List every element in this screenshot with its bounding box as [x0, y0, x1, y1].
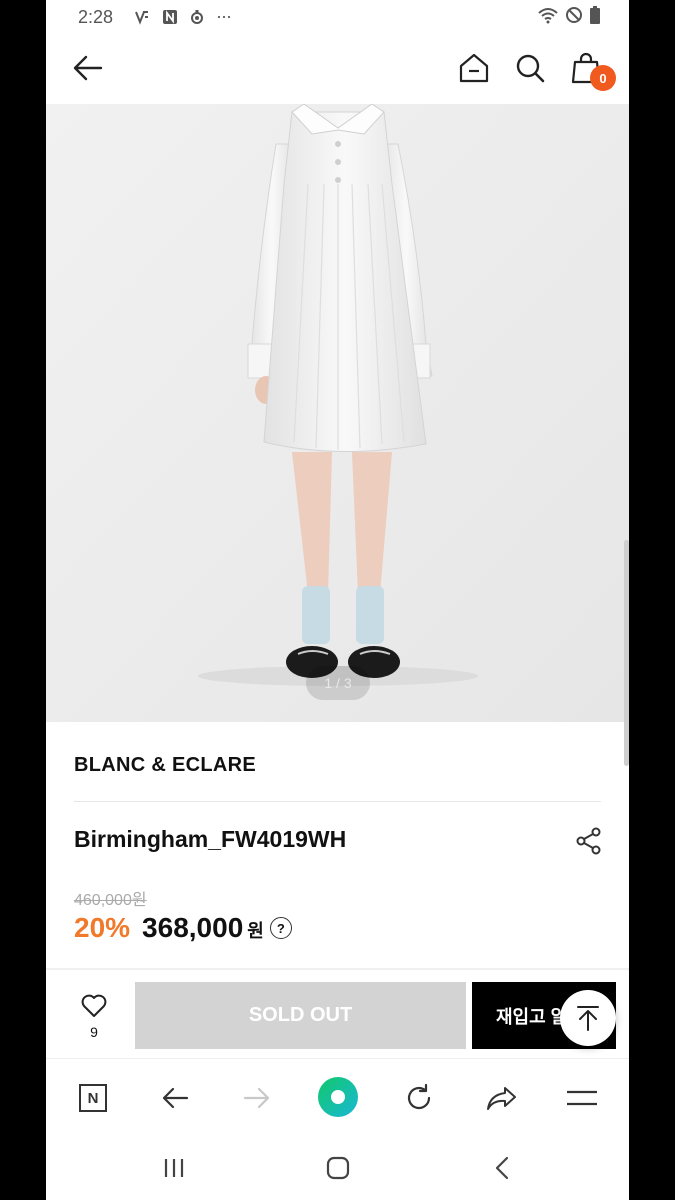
share-button[interactable]: [572, 824, 606, 858]
browser-back-button[interactable]: [158, 1081, 192, 1115]
like-count: 9: [90, 1024, 98, 1040]
currency-unit: 원: [247, 921, 264, 941]
share-arrow-icon: [487, 1087, 516, 1110]
share-icon: [576, 827, 601, 855]
app-bar: 0: [46, 34, 629, 104]
cart-count-badge: 0: [590, 65, 616, 91]
home-nav-button[interactable]: [320, 1150, 356, 1186]
back-arrow-icon: [73, 55, 103, 81]
recents-button[interactable]: [156, 1150, 192, 1186]
product-name: Birmingham_FW4019WH: [74, 826, 347, 852]
search-button[interactable]: [510, 48, 550, 88]
scrollbar-indicator[interactable]: [624, 540, 629, 766]
status-right-icons: [537, 6, 601, 24]
section-divider: [46, 968, 629, 970]
phone-screen: 2:28 ··· 0 1 / 3 BLANC & ECLARE Birmingh…: [46, 0, 629, 1200]
like-button[interactable]: 9: [74, 994, 114, 1040]
browser-forward-button[interactable]: [240, 1081, 274, 1115]
dnd-icon: [566, 7, 582, 23]
system-nav-bar: [46, 1136, 629, 1200]
image-pager: 1 / 3: [306, 666, 370, 700]
battery-icon: [590, 6, 600, 24]
chevron-left-icon: [495, 1156, 509, 1180]
refresh-icon: [407, 1083, 431, 1110]
sale-price: 368,000: [142, 912, 244, 943]
status-left-icons: ···: [134, 6, 232, 27]
product-image[interactable]: [46, 104, 629, 722]
more-dots-icon: ···: [216, 6, 232, 26]
n-icon: [163, 9, 177, 24]
forward-arrow-icon: [243, 1087, 270, 1109]
drop-icon: [191, 9, 203, 24]
n-icon-label: N: [87, 1089, 99, 1107]
divider: [74, 801, 601, 802]
back-button[interactable]: [68, 48, 108, 88]
nav-back-button[interactable]: [484, 1150, 520, 1186]
status-time: 2:28: [78, 7, 114, 27]
refresh-button[interactable]: [402, 1081, 436, 1115]
home-square-icon: [326, 1156, 350, 1180]
price-line: 20% 368,000 원 ?: [74, 912, 292, 944]
price-help-icon[interactable]: ?: [269, 917, 292, 939]
home-button[interactable]: [454, 48, 494, 88]
hamburger-icon: [567, 1090, 597, 1106]
v-icon: [135, 10, 148, 25]
n-icon: N: [79, 1084, 107, 1112]
wifi-icon: [538, 8, 558, 24]
share-page-button[interactable]: [484, 1081, 518, 1115]
browser-toolbar: N: [46, 1058, 629, 1137]
green-dot-button[interactable]: [316, 1075, 360, 1119]
green-dot-icon: [318, 1077, 358, 1117]
scroll-to-top-button[interactable]: [560, 990, 616, 1046]
original-price: 460,000원: [74, 892, 147, 909]
back-arrow-icon: [162, 1087, 189, 1109]
menu-button[interactable]: [564, 1081, 600, 1115]
brand-name[interactable]: BLANC & ECLARE: [74, 754, 256, 777]
sold-out-button[interactable]: SOLD OUT: [135, 982, 466, 1049]
model-photo: [46, 104, 629, 722]
status-bar: 2:28 ···: [46, 0, 629, 34]
discount-rate: 20%: [74, 912, 131, 943]
home-icon: [459, 53, 489, 83]
arrow-up-icon: [577, 1006, 599, 1031]
search-icon: [516, 54, 545, 83]
heart-icon: [81, 994, 107, 1017]
naver-home-button[interactable]: N: [76, 1081, 110, 1115]
recents-icon: [164, 1159, 184, 1177]
